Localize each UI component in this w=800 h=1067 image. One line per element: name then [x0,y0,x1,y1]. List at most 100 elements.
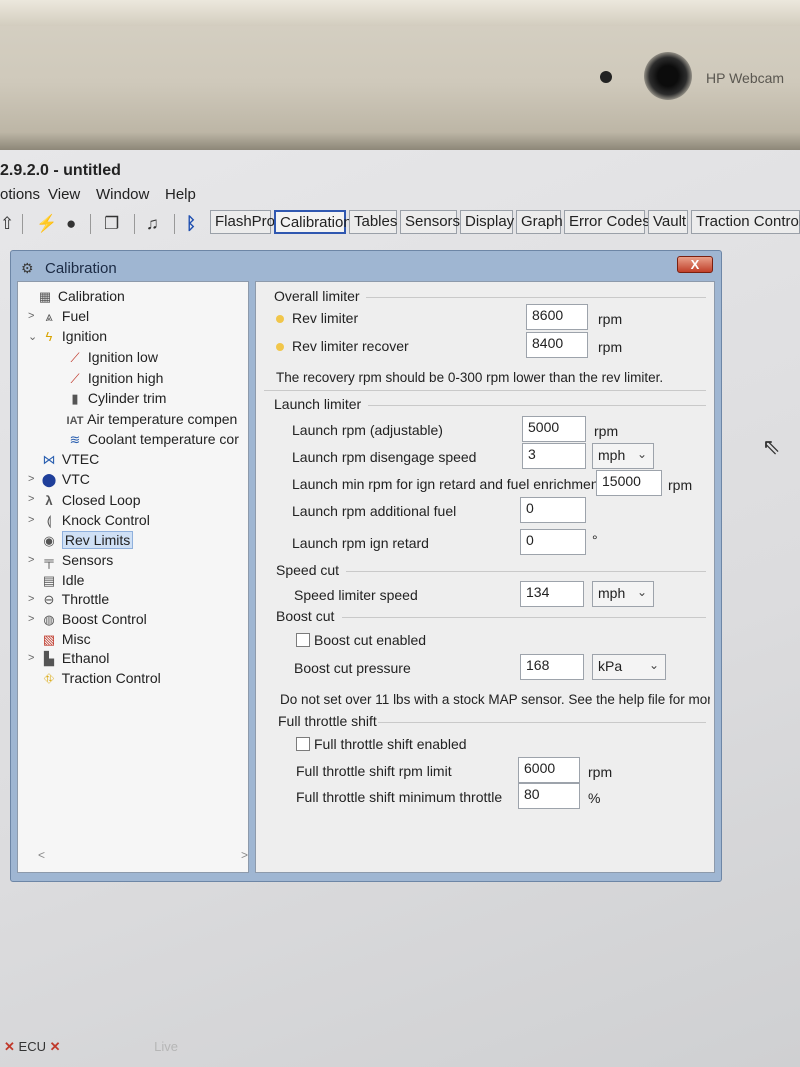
tree-item-knock-control[interactable]: ⟬ Knock Control [40,512,150,529]
tree-item-misc[interactable]: ▧ Misc [40,631,91,648]
menu-options[interactable]: otions [0,186,40,203]
fts-throttle-label: Full throttle shift minimum throttle [296,789,503,805]
chevron-right-icon[interactable]: > [28,473,34,485]
group-speed-cut: Speed cut [276,562,340,578]
tab-calibration[interactable]: Calibration [274,210,352,234]
rev-limits-panel: Overall limiter Rev limiter 8600 rpm Rev… [255,281,715,873]
toolbar-separator [90,214,91,234]
fts-rpm-input[interactable]: 6000 [518,757,580,783]
speed-limiter-input[interactable]: 134 [520,581,584,607]
launch-disengage-input[interactable]: 3 [522,443,586,469]
boost-cut-checkbox[interactable] [296,633,310,647]
launch-ign-retard-label: Launch rpm ign retard [292,535,429,551]
rev-limiter-input[interactable]: 8600 [526,304,588,330]
tree-item-ignition[interactable]: ϟ Ignition [40,328,108,344]
lightning-icon[interactable]: ⚡ [36,214,57,234]
tree-item-coolant-temperature[interactable]: ≋ Coolant temperature cor [66,431,239,448]
recovery-note: The recovery rpm should be 0-300 rpm low… [276,370,664,385]
launch-fuel-input[interactable]: 0 [520,497,586,523]
group-divider [342,617,706,618]
tree-item-idle[interactable]: ▤ Idle [40,572,85,589]
chevron-right-icon[interactable]: > [28,310,34,322]
idle-icon: ▤ [42,573,56,588]
tree-item-air-temperature[interactable]: IAT Air temperature compen [66,411,238,427]
tree-item-boost-control[interactable]: ◍ Boost Control [40,611,146,628]
close-button[interactable]: X [677,256,713,273]
bluetooth-icon[interactable]: ᛒ [186,214,196,234]
fuel-icon: ⩓ [45,309,53,324]
tree-horizontal-scrollbar[interactable]: < > [38,848,248,862]
chevron-right-icon[interactable]: > [28,514,34,526]
menu-help[interactable]: Help [165,186,196,203]
rev-limiter-recover-unit: rpm [598,339,623,355]
tab-error-codes[interactable]: Error Codes [564,210,650,234]
boost-cut-pressure-input[interactable]: 168 [520,654,584,680]
throttle-icon: ⊖ [43,592,55,607]
webcam-lens-icon [644,52,692,100]
group-boost-cut: Boost cut [276,608,335,624]
music-note-icon[interactable]: ♫ [146,214,159,234]
launch-ign-retard-input[interactable]: 0 [520,529,586,555]
tab-flashpro[interactable]: FlashPro [210,210,275,234]
tree-item-ethanol[interactable]: ▙ Ethanol [40,650,109,667]
fts-throttle-input[interactable]: 80 [518,783,580,809]
mouse-cursor-icon: ⇖ [762,434,781,459]
chevron-right-icon[interactable]: > [28,613,34,625]
window-copy-icon[interactable]: ❐ [104,214,119,234]
tab-display[interactable]: Display [460,210,514,234]
ethanol-icon: ▙ [44,651,54,666]
chevron-right-icon[interactable]: > [28,554,34,566]
tree-item-ignition-low[interactable]: ⟋ Ignition low [66,349,158,366]
full-throttle-shift-enabled-label[interactable]: Full throttle shift enabled [314,736,467,752]
fts-throttle-unit: % [588,790,601,806]
pressure-unit-select[interactable]: kPa ⌄ [592,654,666,680]
menu-view[interactable]: View [48,186,80,203]
scroll-right-icon[interactable]: > [241,848,248,862]
tree-item-ignition-high[interactable]: ⟋ Ignition high [66,370,163,387]
chevron-right-icon[interactable]: > [28,652,34,664]
tab-traction-control[interactable]: Traction Control [691,210,800,234]
tree-item-cylinder-trim[interactable]: ▮ Cylinder trim [66,390,166,407]
launch-min-rpm-input[interactable]: 15000 [596,470,662,496]
tree-item-throttle[interactable]: ⊖ Throttle [40,591,110,608]
misc-icon: ▧ [42,632,56,647]
tree-item-fuel[interactable]: ⩓ Fuel [40,308,89,325]
launch-rpm-unit: rpm [594,423,619,439]
tab-vault[interactable]: Vault [648,210,688,234]
tree-item-traction-control[interactable]: ⛗ Traction Control [40,670,161,687]
tree-item-vtec[interactable]: ⋈ VTEC [40,451,100,468]
tree-item-vtc[interactable]: ⬤ VTC [40,471,90,488]
menu-window[interactable]: Window [96,186,149,203]
map-icon: ⟋ [70,350,80,365]
boost-cut-enabled-label[interactable]: Boost cut enabled [314,632,426,648]
rev-limiter-recover-input[interactable]: 8400 [526,332,588,358]
speed-limiter-unit-select[interactable]: mph ⌄ [592,581,654,607]
calibration-window: ⚙ Calibration X ▦ Calibration > ⩓ Fuel ⌄… [10,250,722,882]
full-throttle-shift-checkbox[interactable] [296,737,310,751]
speed-unit-select[interactable]: mph ⌄ [592,443,654,469]
chevron-down-icon[interactable]: ⌄ [28,330,37,343]
map-icon: ⟋ [70,371,80,386]
chevron-right-icon[interactable]: > [28,593,34,605]
chevron-right-icon[interactable]: > [28,493,34,505]
speed-limiter-label: Speed limiter speed [294,587,418,603]
chevron-down-icon: ⌄ [636,585,647,599]
tab-graph[interactable]: Graph [516,210,563,234]
launch-rpm-input[interactable]: 5000 [522,416,586,442]
tree-item-sensors[interactable]: ╤ Sensors [40,552,113,568]
up-arrow-icon[interactable]: ⇧ [0,214,14,234]
tree-item-closed-loop[interactable]: λ Closed Loop [40,492,140,508]
tab-tables[interactable]: Tables [349,210,397,234]
app-window-icon: ⚙ [21,260,34,276]
record-dot-icon[interactable]: ● [66,214,76,234]
scroll-left-icon[interactable]: < [38,848,45,862]
rev-limits-icon: ◉ [43,533,55,548]
group-full-throttle-shift: Full throttle shift [278,713,377,729]
tab-sensors[interactable]: Sensors [400,210,460,234]
window-titlebar[interactable]: ⚙ Calibration X [11,251,721,281]
pressure-unit-value: kPa [598,658,623,674]
speed-unit-value: mph [598,447,626,463]
tree-item-rev-limits[interactable]: ◉ Rev Limits [40,531,134,549]
tree-item-calibration[interactable]: ▦ Calibration [36,288,125,305]
group-divider [264,390,706,391]
